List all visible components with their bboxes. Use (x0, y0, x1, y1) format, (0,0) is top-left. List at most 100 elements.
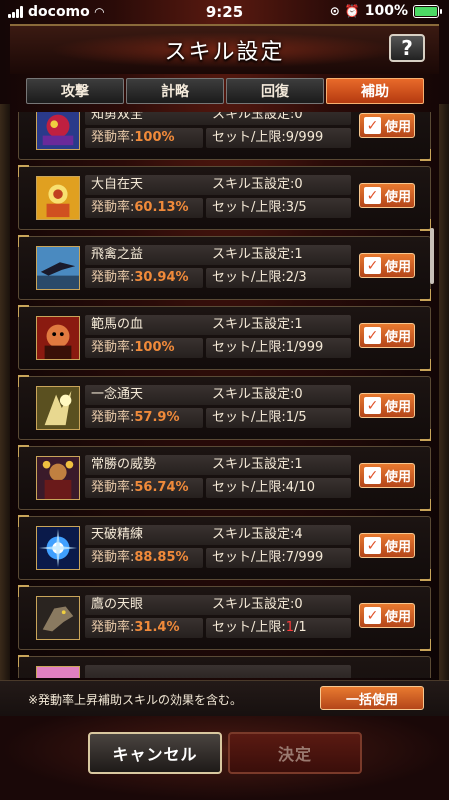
set-limit: セット/上限:9/999 (206, 128, 351, 148)
set-limit-value: 1/5 (285, 410, 307, 425)
set-limit: セット/上限:1/1 (206, 618, 351, 638)
skill-name: 常勝の威勢 (85, 455, 210, 475)
skill-orb-setting: スキル玉設定:1 (206, 245, 351, 265)
rotation-lock-icon: ⊙ (329, 4, 340, 18)
skill-row: 鷹の天眼 発動率:31.4% スキル玉設定:0 セット/上限:1/1 ✓ 使用 (18, 585, 431, 651)
activation-rate: 発動率:30.94% (85, 268, 203, 288)
scrollbar[interactable] (430, 228, 434, 284)
checkbox-icon: ✓ (364, 537, 381, 554)
checkbox-icon: ✓ (364, 117, 381, 134)
activation-rate-value: 100% (134, 130, 175, 145)
skill-orb-value: 0 (294, 597, 303, 612)
skill-partial-icon (36, 666, 80, 678)
checkbox-icon: ✓ (364, 607, 381, 624)
activation-rate: 発動率:56.74% (85, 478, 203, 498)
skill-name: 飛禽之益 (85, 245, 210, 265)
skill-orb-setting: スキル玉設定:0 (206, 175, 351, 195)
set-limit-value: 7/999 (285, 550, 324, 565)
skill-bird-icon (36, 246, 80, 290)
skill-orb-value: 1 (294, 317, 303, 332)
set-limit: セット/上限:3/5 (206, 198, 351, 218)
set-limit: セット/上限:4/10 (206, 478, 351, 498)
skill-row: 天破精練 発動率:88.85% スキル玉設定:4 セット/上限:7/999 ✓ 使… (18, 515, 431, 581)
cancel-button[interactable]: キャンセル (88, 732, 222, 774)
alarm-icon: ⏰ (344, 4, 360, 18)
skill-orb-value: 4 (294, 527, 303, 542)
use-toggle-button[interactable]: ✓ 使用 (359, 113, 415, 138)
bottom-actions: キャンセル 決定 (0, 716, 449, 800)
set-limit-value: 1/999 (285, 340, 324, 355)
set-max-value: /1 (294, 620, 307, 635)
skill-daijizaiten-icon (36, 176, 80, 220)
checkbox-icon: ✓ (364, 187, 381, 204)
skill-orb-setting: スキル玉設定:0 (206, 385, 351, 405)
set-limit: セット/上限:1/999 (206, 338, 351, 358)
bulk-use-button[interactable]: 一括使用 (320, 686, 424, 710)
skill-orb-setting: スキル玉設定:1 (206, 315, 351, 335)
battery-percent: 100% (364, 3, 408, 19)
skill-name: 一念通天 (85, 385, 210, 405)
skill-row: 知勇双全 発動率:100% スキル玉設定:0 セット/上限:9/999 ✓ 使用 (18, 112, 431, 161)
tab-support[interactable]: 補助 (326, 78, 424, 104)
skill-row: 常勝の威勢 発動率:56.74% スキル玉設定:1 セット/上限:4/10 ✓ 使… (18, 445, 431, 511)
skill-ichinen-icon (36, 386, 80, 430)
skill-orb-value: 1 (294, 247, 303, 262)
use-toggle-button[interactable]: ✓ 使用 (359, 393, 415, 418)
use-toggle-button[interactable]: ✓ 使用 (359, 603, 415, 628)
activation-rate-value: 31.4% (134, 620, 180, 635)
skill-settings-screen: docomo ◠ 9:25 ⊙ ⏰ 100% スキル設定 ? 攻撃 計略 回復 … (0, 0, 449, 800)
tab-strategy[interactable]: 計略 (126, 78, 224, 104)
activation-rate-value: 100% (134, 340, 175, 355)
title-bar: スキル設定 ? (10, 24, 439, 74)
skill-name: 範馬の血 (85, 315, 210, 335)
set-limit-value: 2/3 (285, 270, 307, 285)
activation-rate: 発動率:31.4% (85, 618, 203, 638)
help-button[interactable]: ? (389, 34, 425, 62)
skill-name (85, 665, 210, 678)
right-frame (439, 104, 449, 680)
skill-victory-icon (36, 456, 80, 500)
confirm-button[interactable]: 決定 (228, 732, 362, 774)
activation-rate-value: 57.9% (134, 410, 180, 425)
activation-rate-value: 88.85% (134, 550, 189, 565)
activation-rate: 発動率:100% (85, 338, 203, 358)
status-right: ⊙ ⏰ 100% (329, 3, 442, 19)
use-toggle-button[interactable]: ✓ 使用 (359, 323, 415, 348)
tab-recovery[interactable]: 回復 (226, 78, 324, 104)
set-limit: セット/上限:2/3 (206, 268, 351, 288)
activation-rate-value: 56.74% (134, 480, 189, 495)
category-tabs: 攻撃 計略 回復 補助 (26, 78, 424, 104)
skill-list[interactable]: 知勇双全 発動率:100% スキル玉設定:0 セット/上限:9/999 ✓ 使用 … (18, 112, 431, 678)
skill-tenpa-icon (36, 526, 80, 570)
activation-rate-value: 60.13% (134, 200, 189, 215)
set-limit-value: 4/10 (285, 480, 315, 495)
status-bar: docomo ◠ 9:25 ⊙ ⏰ 100% (0, 0, 449, 24)
footer-bar: ※発動率上昇補助スキルの効果を含む。 一括使用 (0, 680, 449, 716)
skill-orb-value: 0 (294, 112, 303, 122)
skill-name: 大自在天 (85, 175, 210, 195)
skill-name: 知勇双全 (85, 112, 210, 125)
checkbox-icon: ✓ (364, 467, 381, 484)
activation-rate: 発動率:60.13% (85, 198, 203, 218)
use-toggle-button[interactable]: ✓ 使用 (359, 183, 415, 208)
set-limit-value: 9/999 (285, 130, 324, 145)
activation-rate-value: 30.94% (134, 270, 189, 285)
use-toggle-button[interactable]: ✓ 使用 (359, 253, 415, 278)
skill-row: 一念通天 発動率:57.9% スキル玉設定:0 セット/上限:1/5 ✓ 使用 (18, 375, 431, 441)
checkbox-icon: ✓ (364, 257, 381, 274)
use-toggle-button[interactable]: ✓ 使用 (359, 463, 415, 488)
activation-rate: 発動率:88.85% (85, 548, 203, 568)
skill-row: 飛禽之益 発動率:30.94% スキル玉設定:1 セット/上限:2/3 ✓ 使用 (18, 235, 431, 301)
activation-rate: 発動率:57.9% (85, 408, 203, 428)
checkbox-icon: ✓ (364, 327, 381, 344)
skill-orb-setting: スキル玉設定:0 (206, 112, 351, 125)
tab-attack[interactable]: 攻撃 (26, 78, 124, 104)
battery-icon (413, 4, 442, 18)
skill-row: 大自在天 発動率:60.13% スキル玉設定:0 セット/上限:3/5 ✓ 使用 (18, 165, 431, 231)
skill-hawk-eye-icon (36, 596, 80, 640)
skill-row: 範馬の血 発動率:100% スキル玉設定:1 セット/上限:1/999 ✓ 使用 (18, 305, 431, 371)
skill-knowledge-courage-icon (36, 112, 80, 150)
activation-rate: 発動率:100% (85, 128, 203, 148)
skill-orb-value: 1 (294, 457, 303, 472)
use-toggle-button[interactable]: ✓ 使用 (359, 533, 415, 558)
